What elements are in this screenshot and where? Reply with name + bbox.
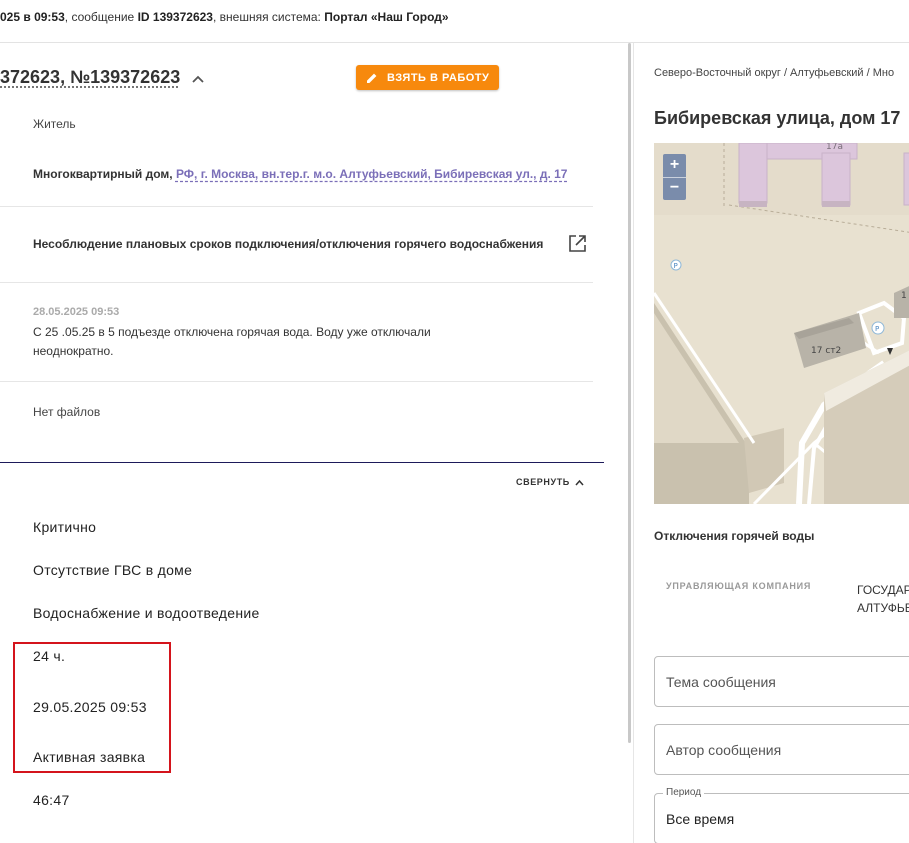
address-line: Многоквартирный дом, РФ, г. Москва, вн.т…	[33, 167, 567, 181]
house-info-panel: Северо-Восточный округ / Алтуфьевский / …	[634, 43, 909, 843]
breadcrumb[interactable]: Северо-Восточный округ / Алтуфьевский / …	[654, 67, 894, 79]
message-author-input[interactable]	[655, 725, 909, 774]
zoom-out-button[interactable]: −	[663, 177, 686, 200]
address-link[interactable]: РФ, г. Москва, вн.тер.г. м.о. Алтуфьевск…	[176, 167, 568, 181]
message-text: С 25 .05.25 в 5 подъезде отключена горяч…	[33, 325, 431, 358]
parking-icon: P	[875, 325, 879, 333]
pencil-icon	[367, 73, 377, 83]
divider	[0, 282, 593, 283]
take-to-work-label: ВЗЯТЬ В РАБОТУ	[387, 71, 490, 84]
management-company-label: УПРАВЛЯЮЩАЯ КОМПАНИЯ	[666, 581, 812, 591]
message-date: 28.05.2025 09:53	[33, 306, 120, 318]
request-topic: Несоблюдение плановых сроков подключения…	[33, 237, 544, 251]
chevron-up-icon[interactable]	[191, 74, 205, 84]
period-label: Период	[663, 787, 705, 798]
remaining-time-value: 46:47	[33, 792, 70, 808]
message-topic-field[interactable]	[654, 656, 909, 707]
parking-icon: P	[674, 262, 678, 270]
top-date: 025 в	[0, 10, 35, 24]
outage-section-title: Отключения горячей воды	[654, 529, 815, 543]
take-to-work-button[interactable]: ВЗЯТЬ В РАБОТУ	[356, 65, 499, 90]
divider	[0, 381, 593, 382]
house-title: Бибиревская улица, дом 17	[654, 108, 901, 128]
applicant-type: Житель	[33, 117, 76, 131]
open-external-icon[interactable]	[568, 234, 587, 253]
highlight-box	[13, 642, 171, 773]
zoom-in-button[interactable]: +	[663, 154, 686, 177]
top-message-id: ID 139372623	[137, 10, 213, 24]
collapse-label: СВЕРНУТЬ	[516, 477, 570, 487]
top-info-bar: 025 в 09:53, сообщение ID 139372623, вне…	[0, 0, 909, 43]
object-type: Многоквартирный дом,	[33, 167, 176, 181]
period-select[interactable]: Период Все время	[654, 787, 909, 843]
management-company-line2: АЛТУФЬЕ	[857, 601, 909, 615]
priority-value: Критично	[33, 519, 97, 535]
collapse-button[interactable]: СВЕРНУТЬ	[516, 477, 584, 487]
map-zoom-control: + −	[663, 154, 686, 200]
zoom-separator	[663, 177, 686, 178]
map[interactable]: 17а 17 ст2 1 P P + −	[654, 143, 909, 504]
problem-value: Отсутствие ГВС в доме	[33, 562, 193, 578]
scrollbar[interactable]	[628, 43, 631, 743]
top-info-text: 025 в 09:53, сообщение ID 139372623, вне…	[0, 10, 449, 24]
chevron-up-icon	[575, 479, 584, 485]
top-external-system: Портал «Наш Город»	[324, 10, 449, 24]
category-value: Водоснабжение и водоотведение	[33, 605, 260, 621]
management-company-line1: ГОСУДАР	[857, 583, 909, 597]
section-divider	[0, 462, 604, 463]
period-value: Все время	[666, 811, 735, 827]
top-mid: , сообщение	[64, 10, 138, 24]
request-title[interactable]: 372623, №139372623	[0, 67, 180, 88]
management-company-value: ГОСУДАР АЛТУФЬЕ	[857, 581, 909, 617]
map-label-17st2: 17 ст2	[811, 346, 841, 356]
divider	[0, 206, 593, 207]
message-author-field[interactable]	[654, 724, 909, 775]
top-ext-prefix: , внешняя система:	[212, 10, 325, 24]
map-label-partial: 1	[901, 291, 907, 301]
map-label-17a: 17а	[826, 143, 843, 152]
files-status: Нет файлов	[33, 405, 101, 419]
message-topic-input[interactable]	[655, 657, 909, 706]
map-canvas[interactable]: 17а 17 ст2 1 P P	[654, 143, 909, 504]
top-time: 09:53	[34, 10, 65, 24]
